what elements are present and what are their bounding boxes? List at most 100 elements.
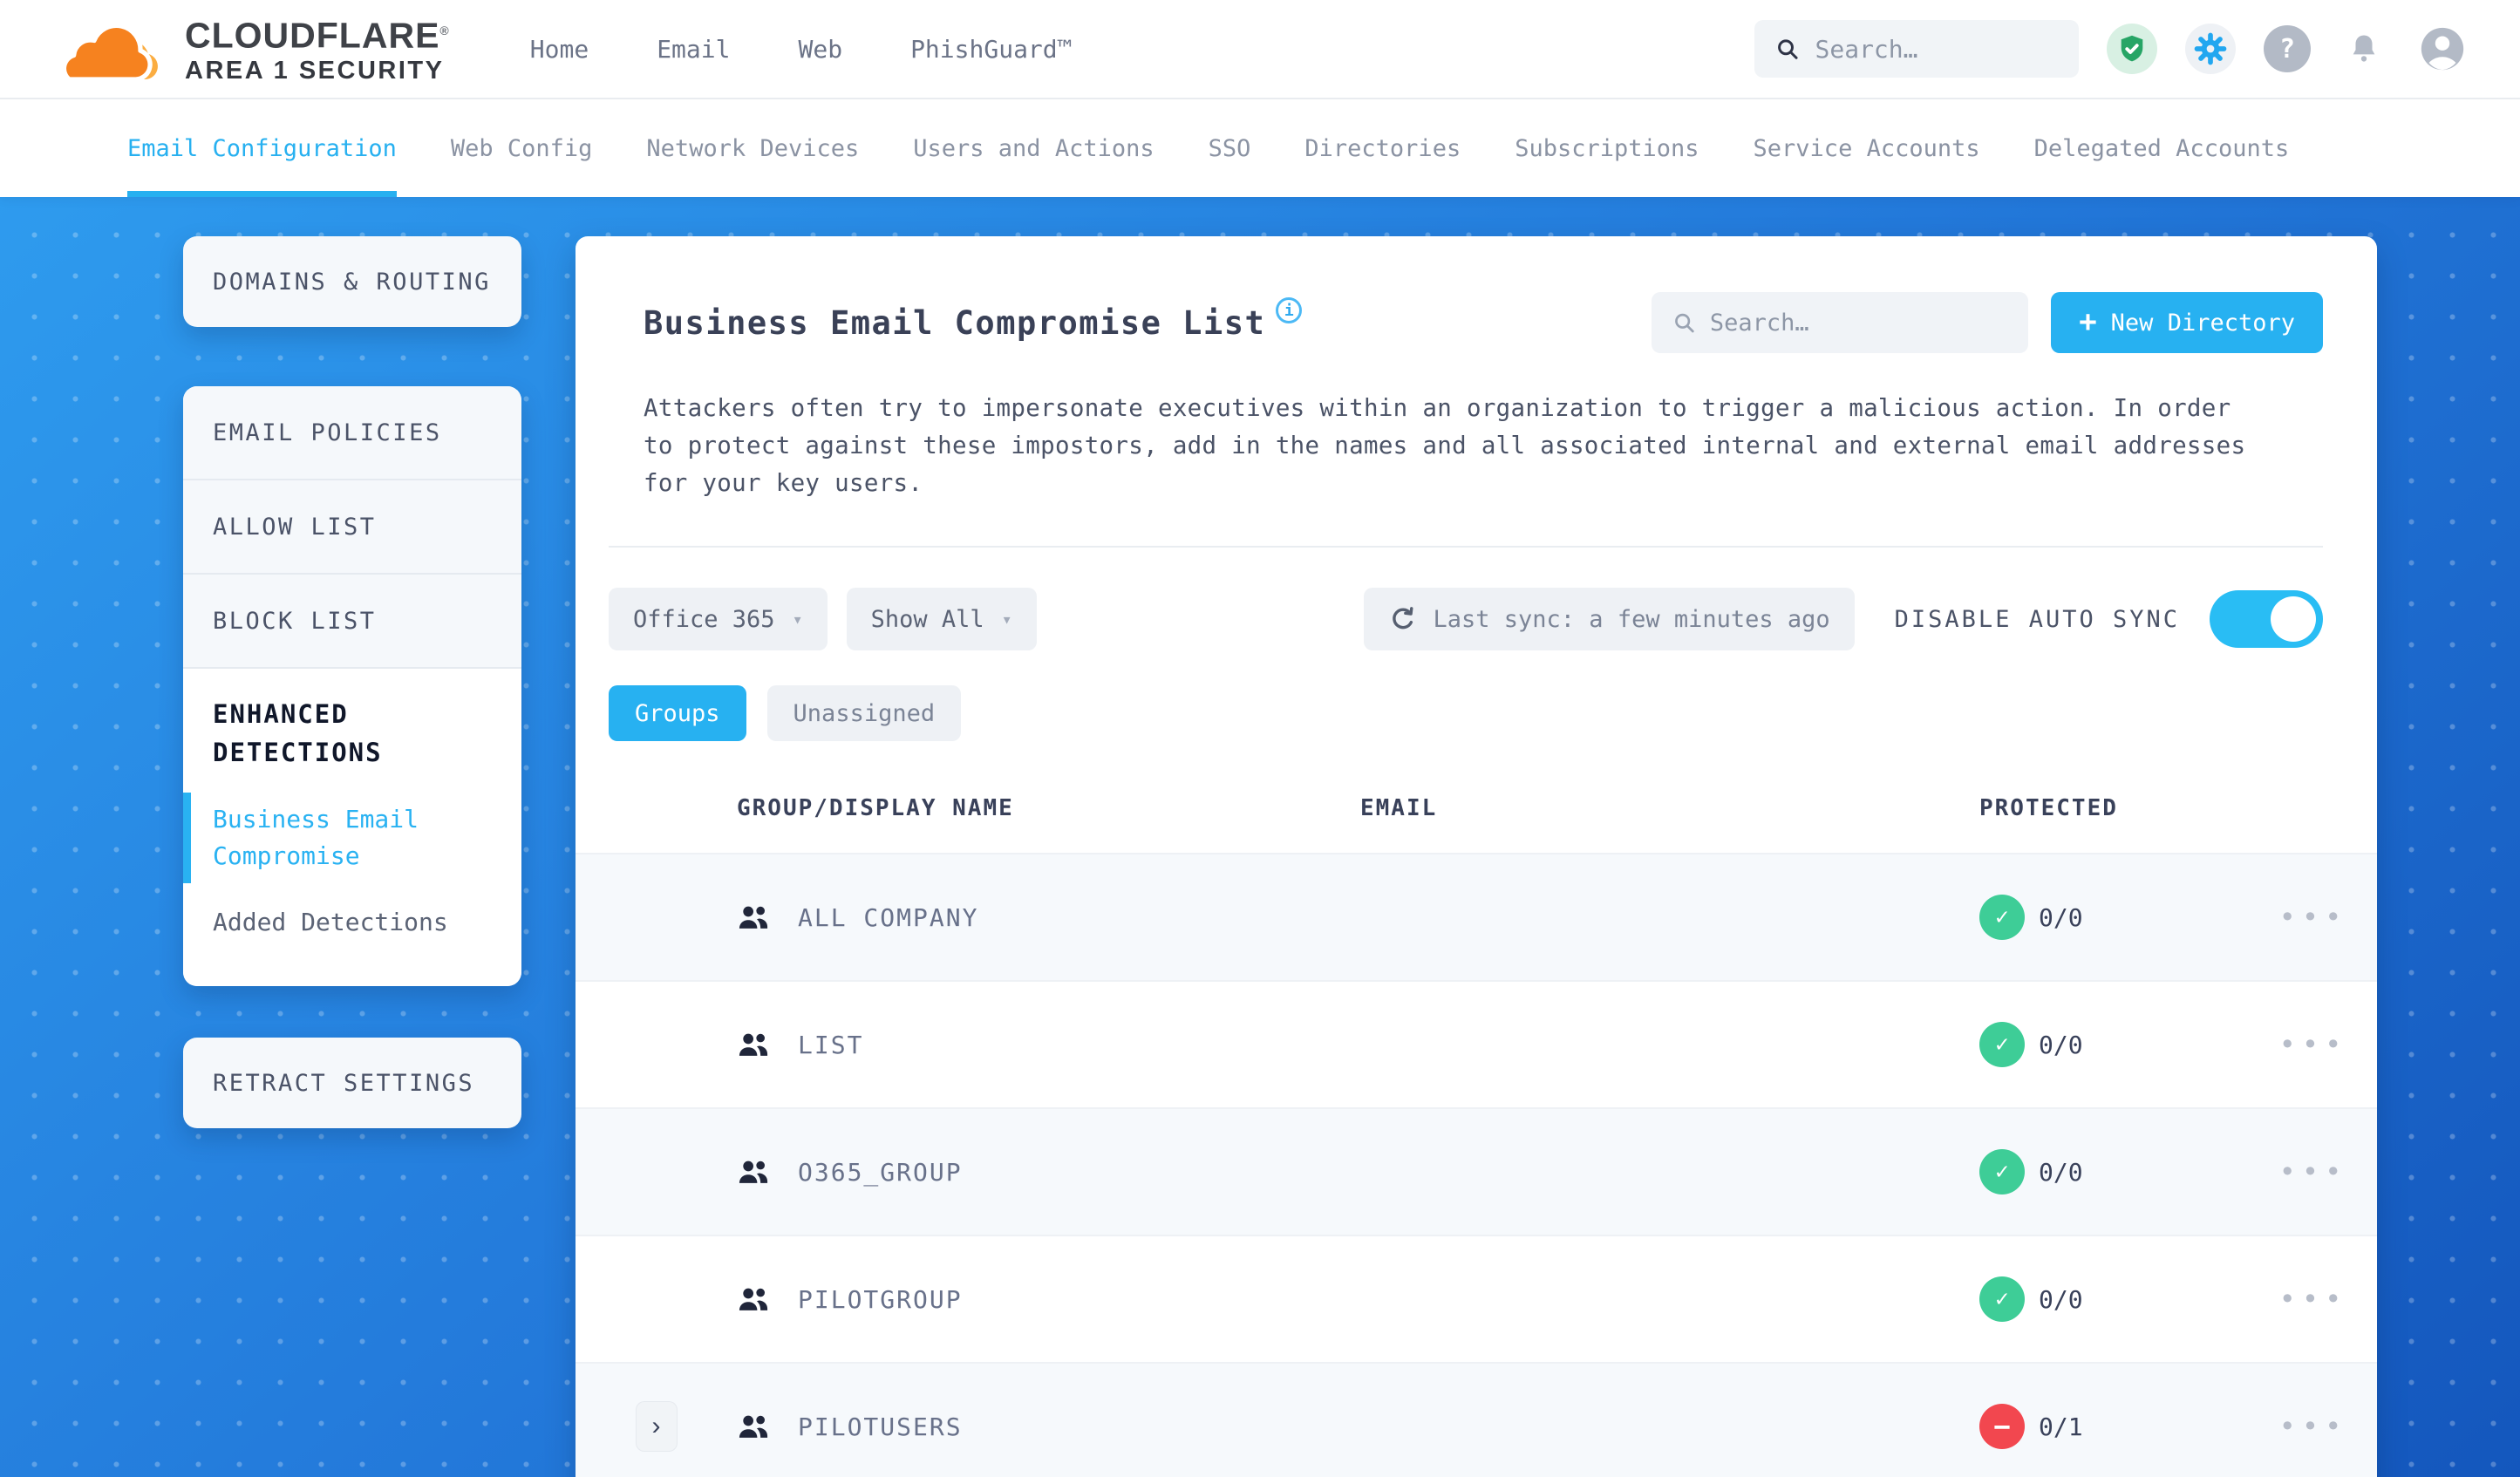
search-icon — [1778, 39, 1798, 59]
row-actions-button[interactable]: ••• — [2279, 1155, 2348, 1188]
page-description: Attackers often try to impersonate execu… — [644, 394, 2246, 497]
main-panel: Business Email Compromise List i + New D… — [576, 236, 2377, 1477]
protected-count: 0/0 — [2039, 1284, 2083, 1314]
shield-check-icon — [2121, 35, 2143, 62]
sidebar-item-allow-list[interactable]: ALLOW LIST — [183, 480, 521, 575]
sidebar-section-enhanced-detections: ENHANCED DETECTIONS Business Email Compr… — [183, 669, 521, 986]
tab-web-config[interactable]: Web Config — [451, 99, 593, 197]
last-sync-status[interactable]: Last sync: a few minutes ago — [1363, 588, 1855, 650]
sidebar-item-enhanced-detections[interactable]: ENHANCED DETECTIONS — [213, 695, 492, 772]
table-row: › LIST ✓0/0 ••• — [576, 980, 2377, 1107]
notifications-button[interactable] — [2339, 24, 2389, 74]
chevron-down-icon: ▾ — [792, 609, 803, 630]
info-icon[interactable]: i — [1276, 297, 1303, 323]
tab-users-and-actions[interactable]: Users and Actions — [913, 99, 1154, 197]
sidebar-item-domains-routing[interactable]: DOMAINS & ROUTING — [183, 236, 521, 327]
protected-count: 0/0 — [2039, 1030, 2083, 1059]
nav-email[interactable]: Email — [657, 35, 730, 64]
settings-button[interactable] — [2185, 24, 2236, 74]
tab-email-configuration[interactable]: Email Configuration — [127, 99, 397, 197]
group-icon — [739, 1415, 768, 1438]
row-actions-button[interactable]: ••• — [2279, 1283, 2348, 1316]
column-header-email: EMAIL — [1360, 795, 1438, 821]
global-search[interactable] — [1754, 20, 2079, 78]
expand-button[interactable]: › — [635, 1401, 678, 1452]
sidebar-item-retract-settings[interactable]: RETRACT SETTINGS — [183, 1038, 521, 1128]
protected-badge: − — [1979, 1404, 2025, 1449]
group-name: LIST — [798, 1030, 864, 1059]
protected-badge: ✓ — [1979, 1276, 2025, 1322]
protected-badge: ✓ — [1979, 1149, 2025, 1195]
cloudflare-logo[interactable]: CLOUDFLARE® AREA 1 SECURITY — [49, 9, 450, 89]
table-row: › O365_GROUP ✓0/0 ••• — [576, 1107, 2377, 1235]
tab-sso[interactable]: SSO — [1209, 99, 1251, 197]
refresh-icon — [1392, 607, 1413, 630]
account-button[interactable] — [2417, 24, 2468, 74]
content-area: DOMAINS & ROUTING EMAIL POLICIES ALLOW L… — [0, 197, 2520, 1477]
column-header-name: GROUP/DISPLAY NAME — [737, 795, 1014, 821]
protected-count: 0/0 — [2039, 1157, 2083, 1187]
column-header-protected: PROTECTED — [1979, 795, 2118, 821]
group-icon — [739, 906, 768, 929]
brand-subtitle: AREA 1 SECURITY — [185, 56, 445, 85]
protected-badge: ✓ — [1979, 1022, 2025, 1067]
sidebar-item-added-detections[interactable]: Added Detections — [213, 894, 492, 951]
nav-web[interactable]: Web — [798, 35, 842, 64]
new-directory-button[interactable]: + New Directory — [2051, 292, 2323, 353]
group-name: PILOTGROUP — [798, 1284, 963, 1314]
tab-network-devices[interactable]: Network Devices — [646, 99, 859, 197]
bell-icon — [2353, 35, 2375, 62]
row-actions-button[interactable]: ••• — [2279, 1028, 2348, 1061]
page-title: Business Email Compromise List — [644, 303, 1266, 342]
sidebar-item-block-list[interactable]: BLOCK LIST — [183, 575, 521, 669]
sidebar-item-business-email-compromise[interactable]: Business Email Compromise — [183, 791, 492, 885]
tab-delegated-accounts[interactable]: Delegated Accounts — [2034, 99, 2290, 197]
view-tab-groups[interactable]: Groups — [609, 685, 746, 741]
source-dropdown[interactable]: Office 365 ▾ — [609, 588, 828, 650]
group-name: PILOTUSERS — [798, 1412, 963, 1441]
sidebar-item-label: RETRACT SETTINGS — [213, 1069, 475, 1097]
row-actions-button[interactable]: ••• — [2279, 901, 2348, 934]
protected-count: 0/1 — [2039, 1412, 2083, 1441]
table-header: GROUP/DISPLAY NAME EMAIL PROTECTED — [576, 779, 2377, 853]
sidebar-item-label: DOMAINS & ROUTING — [213, 268, 491, 296]
auto-sync-label: DISABLE AUTO SYNC — [1894, 605, 2180, 633]
tab-service-accounts[interactable]: Service Accounts — [1754, 99, 1980, 197]
row-actions-button[interactable]: ••• — [2279, 1410, 2348, 1443]
group-icon — [739, 1033, 768, 1056]
tab-directories[interactable]: Directories — [1304, 99, 1461, 197]
view-tab-unassigned[interactable]: Unassigned — [766, 685, 962, 741]
sidebar-item-email-policies[interactable]: EMAIL POLICIES — [183, 386, 521, 480]
plus-icon: + — [2079, 303, 2097, 339]
last-sync-label: Last sync: a few minutes ago — [1433, 605, 1830, 633]
sidebar: DOMAINS & ROUTING EMAIL POLICIES ALLOW L… — [183, 236, 521, 1128]
cloudflare-cloud-icon — [61, 23, 158, 82]
table-row: › PILOTUSERS −0/1 ••• — [576, 1362, 2377, 1477]
protected-count: 0/0 — [2039, 902, 2083, 932]
global-search-input[interactable] — [1815, 34, 2058, 64]
group-name: O365_GROUP — [798, 1157, 963, 1187]
auto-sync-toggle[interactable] — [2210, 590, 2323, 648]
nav-home[interactable]: Home — [530, 35, 589, 64]
primary-nav: Home Email Web PhishGuard™ — [530, 35, 1073, 64]
chevron-right-icon: › — [651, 1412, 661, 1440]
nav-phishguard[interactable]: PhishGuard™ — [910, 35, 1072, 64]
avatar-icon — [2421, 27, 2464, 71]
help-button[interactable]: ? — [2264, 25, 2311, 72]
section-tabbar: Email Configuration Web Config Network D… — [0, 98, 2520, 197]
list-search[interactable] — [1652, 292, 2029, 353]
toggle-knob — [2271, 596, 2316, 642]
group-name: ALL COMPANY — [798, 902, 979, 932]
tab-subscriptions[interactable]: Subscriptions — [1515, 99, 1699, 197]
protected-badge: ✓ — [1979, 895, 2025, 940]
registered-mark: ® — [439, 24, 450, 38]
brand-name: CLOUDFLARE® — [185, 15, 450, 56]
chevron-down-icon: ▾ — [1001, 609, 1012, 630]
question-icon: ? — [2278, 33, 2296, 65]
groups-table: GROUP/DISPLAY NAME EMAIL PROTECTED › ALL… — [576, 779, 2377, 1477]
app-header: CLOUDFLARE® AREA 1 SECURITY Home Email W… — [0, 0, 2520, 98]
show-filter-dropdown[interactable]: Show All ▾ — [846, 588, 1037, 650]
security-status-button[interactable] — [2107, 24, 2157, 74]
gear-icon — [2194, 32, 2227, 65]
list-search-input[interactable] — [1709, 309, 2008, 337]
